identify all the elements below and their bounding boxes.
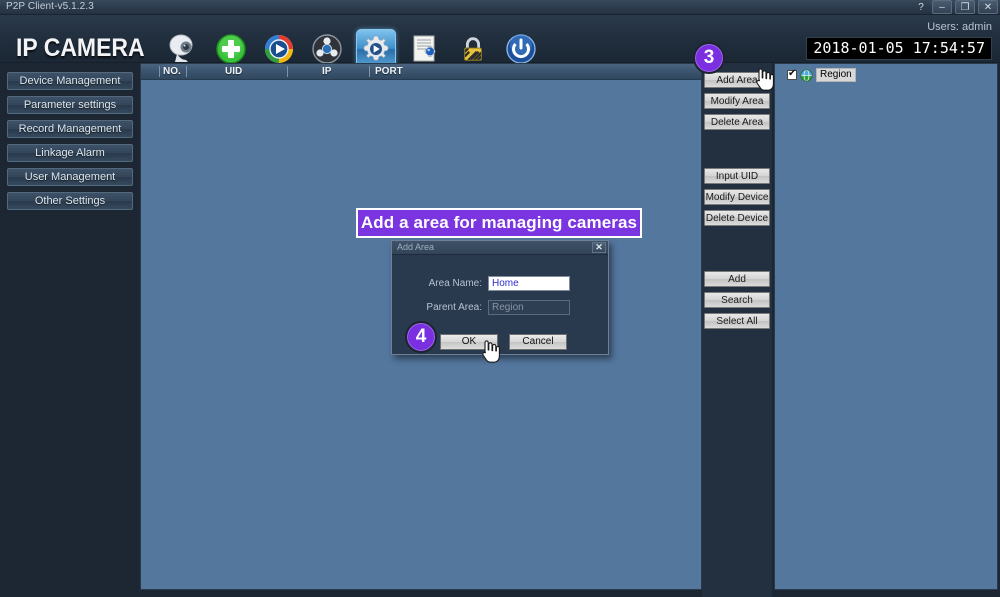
window-title: P2P Client-v5.1.2.3 bbox=[6, 1, 94, 12]
area-name-field-row: Area Name: bbox=[416, 276, 570, 291]
modify-area-button[interactable]: Modify Area bbox=[704, 93, 770, 109]
window-titlebar: P2P Client-v5.1.2.3 ? – ❐ ✕ bbox=[0, 0, 1000, 15]
window-controls: ? – ❐ ✕ bbox=[913, 0, 998, 14]
sidebar-item-other-settings[interactable]: Other Settings bbox=[7, 192, 133, 210]
left-sidebar: Device Management Parameter settings Rec… bbox=[0, 63, 140, 597]
dialog-title: Add Area bbox=[397, 242, 435, 252]
datetime-display: 2018-01-05 17:54:57 bbox=[806, 37, 992, 60]
column-header-ip[interactable]: IP bbox=[322, 65, 331, 79]
sidebar-item-device-management[interactable]: Device Management bbox=[7, 72, 133, 90]
column-header-uid[interactable]: UID bbox=[225, 65, 242, 79]
column-separator bbox=[369, 66, 370, 77]
hand-cursor-ok bbox=[478, 338, 500, 364]
hand-cursor-add-area bbox=[752, 66, 774, 92]
dialog-cancel-button[interactable]: Cancel bbox=[509, 334, 567, 350]
action-button-column: Add Area Modify Area Delete Area Input U… bbox=[702, 63, 772, 597]
app-window: P2P Client-v5.1.2.3 ? – ❐ ✕ IP CAMERA Us… bbox=[0, 0, 1000, 597]
sidebar-item-parameter-settings[interactable]: Parameter settings bbox=[7, 96, 133, 114]
column-separator bbox=[159, 66, 160, 77]
parent-area-field-row: Parent Area: bbox=[416, 300, 570, 315]
add-button[interactable]: Add bbox=[704, 271, 770, 287]
tree-item-label[interactable]: Region bbox=[816, 68, 856, 82]
sidebar-item-user-management[interactable]: User Management bbox=[7, 168, 133, 186]
parent-area-input bbox=[488, 300, 570, 315]
maximize-button[interactable]: ❐ bbox=[955, 0, 975, 14]
user-label: Users: admin bbox=[927, 21, 992, 33]
device-list-header: NO. UID IP PORT bbox=[141, 64, 701, 80]
step-badge-4: 4 bbox=[405, 321, 437, 353]
parent-area-label: Parent Area: bbox=[426, 302, 482, 313]
tree-checkbox[interactable] bbox=[787, 68, 797, 80]
minimize-button[interactable]: – bbox=[932, 0, 952, 14]
app-header: IP CAMERA Users: admin 2018-01-05 17:54:… bbox=[0, 15, 1000, 69]
dialog-titlebar: Add Area ✕ bbox=[392, 241, 608, 255]
close-button[interactable]: ✕ bbox=[978, 0, 998, 14]
tree-item-region[interactable]: Region bbox=[787, 68, 856, 82]
modify-device-button[interactable]: Modify Device bbox=[704, 189, 770, 205]
select-all-button[interactable]: Select All bbox=[704, 313, 770, 329]
area-name-label: Area Name: bbox=[428, 278, 482, 289]
help-button[interactable]: ? bbox=[913, 0, 929, 14]
dialog-close-button[interactable]: ✕ bbox=[592, 242, 606, 253]
step-badge-3: 3 bbox=[693, 42, 725, 74]
delete-device-button[interactable]: Delete Device bbox=[704, 210, 770, 226]
area-name-input[interactable] bbox=[488, 276, 570, 291]
input-uid-button[interactable]: Input UID bbox=[704, 168, 770, 184]
globe-icon bbox=[800, 68, 813, 82]
search-button[interactable]: Search bbox=[704, 292, 770, 308]
column-header-port[interactable]: PORT bbox=[375, 65, 403, 79]
app-brand-logo: IP CAMERA bbox=[16, 34, 145, 62]
sidebar-item-record-management[interactable]: Record Management bbox=[7, 120, 133, 138]
callout-banner: Add a area for managing cameras bbox=[356, 208, 642, 238]
area-tree-panel: Region bbox=[774, 63, 998, 590]
delete-area-button[interactable]: Delete Area bbox=[704, 114, 770, 130]
column-separator bbox=[287, 66, 288, 77]
sidebar-item-linkage-alarm[interactable]: Linkage Alarm bbox=[7, 144, 133, 162]
column-header-no[interactable]: NO. bbox=[163, 65, 181, 79]
column-separator bbox=[186, 66, 187, 77]
